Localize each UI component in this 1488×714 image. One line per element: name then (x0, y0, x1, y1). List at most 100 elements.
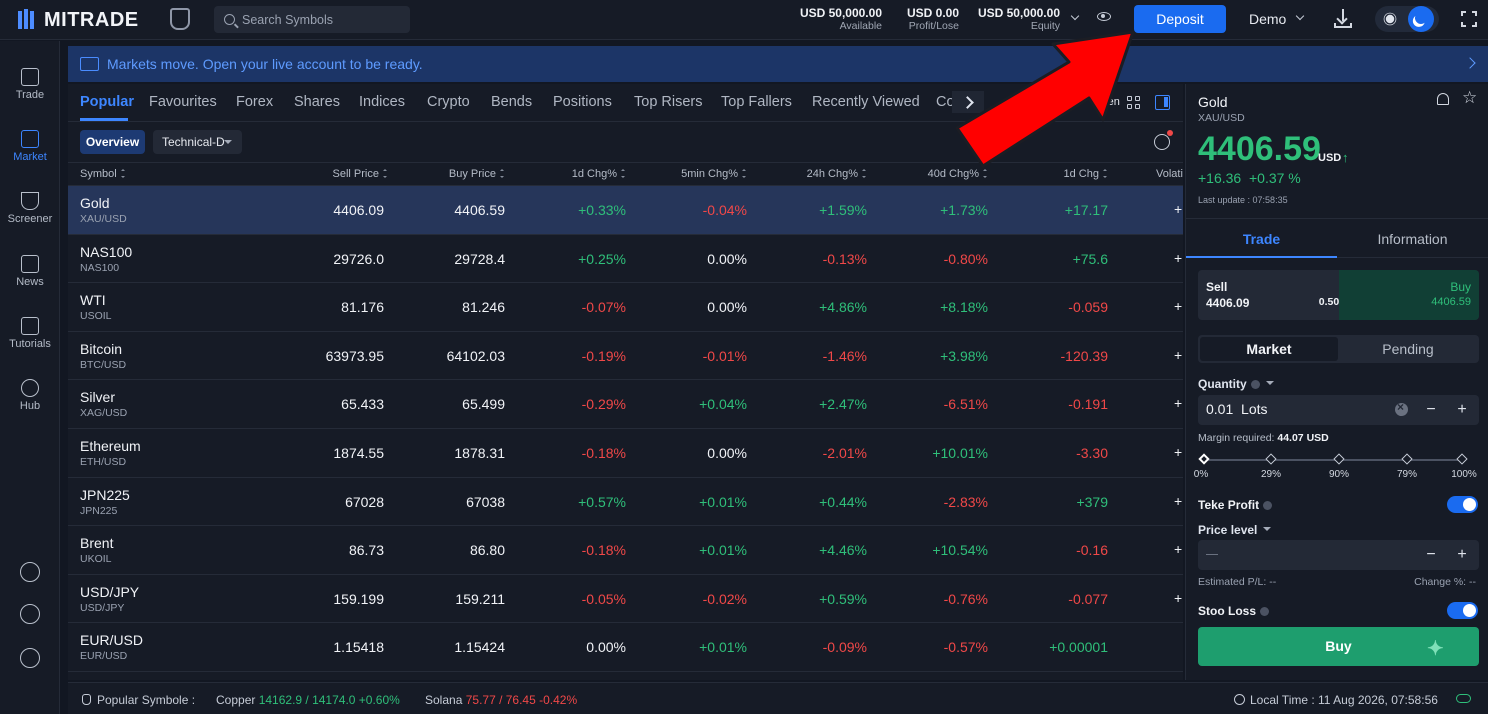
tab-forex[interactable]: Forex (236, 94, 273, 110)
sell-price-cell[interactable]: 67028 (284, 494, 384, 510)
tab-indices[interactable]: Indices (359, 94, 405, 110)
info-icon[interactable] (1260, 607, 1270, 616)
buy-price-cell[interactable]: 1.15424 (405, 639, 505, 655)
symbol-cell[interactable]: Gold XAU/USD (80, 195, 127, 226)
info-icon[interactable] (1250, 380, 1260, 389)
tab-recently-viewed[interactable]: Recently Viewed (812, 94, 920, 110)
buy-label[interactable]: Buy (1450, 280, 1471, 294)
sell-price-cell[interactable]: 63973.95 (284, 348, 384, 364)
overview-chip[interactable]: Overview (80, 130, 145, 154)
pending-order-tab[interactable]: Pending (1339, 335, 1477, 363)
col-volatility[interactable]: Volatil (1156, 168, 1183, 180)
table-row[interactable]: USD/JPY USD/JPY 159.199 159.211 -0.05% -0.02%… (68, 575, 1183, 624)
price-level-label[interactable]: Price level (1198, 523, 1272, 537)
info-icon[interactable] (1263, 501, 1273, 510)
sidebar-item-trade[interactable]: Trade (0, 68, 60, 120)
search-input[interactable] (242, 12, 392, 27)
table-row[interactable]: NAS100 NAS100 29726.0 29728.4 +0.25% 0.00% -0.… (68, 235, 1183, 284)
slider-handle[interactable] (1198, 453, 1210, 465)
symbol-cell[interactable]: USD/JPY USD/JPY (80, 584, 139, 615)
promo-banner[interactable]: Markets move. Open your live account to … (68, 46, 1488, 82)
col-1d-chg[interactable]: 1d Chg (1008, 168, 1108, 180)
table-row[interactable]: Silver XAG/USD 65.433 65.499 -0.29% +0.04% +2.… (68, 380, 1183, 429)
buy-price-cell[interactable]: 4406.59 (405, 202, 505, 218)
tab-positions[interactable]: Positions (553, 94, 612, 110)
symbol-cell[interactable]: EUR/USD EUR/USD (80, 632, 143, 663)
buy-price-cell[interactable]: 86.80 (405, 542, 505, 558)
quantity-decrease-button[interactable]: − (1424, 401, 1438, 419)
quantity-slider[interactable] (1198, 453, 1468, 465)
slider-mark[interactable] (1456, 453, 1468, 465)
sell-price-cell[interactable]: 81.176 (284, 299, 384, 315)
take-profit-toggle[interactable] (1447, 496, 1478, 513)
table-row[interactable]: EUR/USD EUR/USD 1.15418 1.15424 0.00% +0.01% -… (68, 623, 1183, 672)
slider-mark[interactable] (1333, 453, 1345, 465)
dark-mode-button[interactable] (1408, 6, 1434, 32)
table-row[interactable]: Gold XAU/USD 4406.09 4406.59 +0.33% -0.04% +1.… (68, 186, 1183, 235)
price-increase-button[interactable]: + (1455, 546, 1469, 564)
col-buy-price[interactable]: Buy Price (405, 168, 505, 180)
download-icon[interactable] (1334, 9, 1352, 29)
ticker-solana[interactable]: Solana 75.77 / 76.45 -0.42% (425, 693, 577, 707)
tab-bends[interactable]: Bends (491, 94, 532, 110)
table-row[interactable]: JPN225 JPN225 67028 67038 +0.57% +0.01% +0.44%… (68, 478, 1183, 527)
tab-top-fallers[interactable]: Top Fallers (721, 94, 792, 110)
sell-label[interactable]: Sell (1206, 280, 1227, 294)
buy-side-button[interactable] (1339, 270, 1479, 320)
headset-icon[interactable] (20, 562, 40, 582)
alarm-icon[interactable] (1154, 130, 1173, 150)
symbol-cell[interactable]: Bitcoin BTC/USD (80, 341, 126, 372)
eye-icon[interactable] (1097, 12, 1111, 21)
col-symbol[interactable]: Symbol (80, 168, 126, 180)
search-box[interactable] (214, 6, 410, 33)
slider-mark[interactable] (1401, 453, 1413, 465)
buy-price-cell[interactable]: 81.246 (405, 299, 505, 315)
tab-open[interactable]: Open (1093, 96, 1120, 108)
buy-price-cell[interactable]: 1878.31 (405, 445, 505, 461)
buy-price-cell[interactable]: 65.499 (405, 396, 505, 412)
sun-icon[interactable] (1385, 14, 1395, 24)
symbol-cell[interactable]: WTI USOIL (80, 292, 112, 323)
technical-dropdown[interactable]: Technical-D (153, 130, 242, 154)
chevron-down-icon[interactable] (1295, 11, 1305, 21)
sidebar-item-market[interactable]: Market (0, 130, 60, 182)
col-sell-price[interactable]: Sell Price (288, 168, 388, 180)
gear-icon[interactable] (20, 648, 40, 668)
tab-top-risers[interactable]: Top Risers (634, 94, 703, 110)
quantity-input[interactable] (1206, 401, 1306, 417)
symbol-cell[interactable]: JPN225 JPN225 (80, 487, 130, 518)
table-row[interactable]: WTI USOIL 81.176 81.246 -0.07% 0.00% +4.86% +8.… (68, 283, 1183, 332)
table-row[interactable]: Bitcoin BTC/USD 63973.95 64102.03 -0.19% -0.0… (68, 332, 1183, 381)
price-level-field[interactable]: − + (1198, 540, 1479, 570)
col-24h-chg-pct[interactable]: 24h Chg% (767, 168, 867, 180)
table-row[interactable]: Brent UKOIL 86.73 86.80 -0.18% +0.01% +4.46% +1… (68, 526, 1183, 575)
tab-information[interactable]: Information (1337, 231, 1488, 247)
sell-price-cell[interactable]: 86.73 (284, 542, 384, 558)
account-mode-select[interactable]: Demo (1249, 11, 1286, 27)
col-40d-chg-pct[interactable]: 40d Chg% (888, 168, 988, 180)
buy-price-cell[interactable]: 64102.03 (405, 348, 505, 364)
tab-popular[interactable]: Popular (80, 94, 134, 110)
sell-price-cell[interactable]: 1874.55 (284, 445, 384, 461)
bell-icon[interactable] (1437, 93, 1449, 105)
caret-down-icon[interactable] (1263, 527, 1272, 535)
sidebar-item-hub[interactable]: Hub (0, 379, 60, 431)
price-decrease-button[interactable]: − (1424, 546, 1438, 564)
sell-price-cell[interactable]: 65.433 (284, 396, 384, 412)
sidebar-item-screener[interactable]: Screener (0, 192, 60, 244)
chevron-right-icon[interactable] (1464, 57, 1476, 69)
fullscreen-icon[interactable] (1461, 11, 1477, 27)
col-1d-chg-pct[interactable]: 1d Chg% (526, 168, 626, 180)
tabs-scroll-right-button[interactable] (952, 91, 984, 113)
sell-price-cell[interactable]: 1.15418 (284, 639, 384, 655)
star-icon[interactable]: ☆ (1462, 88, 1477, 108)
stop-loss-toggle[interactable] (1447, 602, 1478, 619)
col-5min-chg-pct[interactable]: 5min Chg% (647, 168, 747, 180)
award-badge-icon[interactable] (170, 8, 190, 30)
market-order-tab[interactable]: Market (1200, 337, 1338, 361)
sidebar-item-news[interactable]: News (0, 255, 60, 307)
connection-status-icon[interactable] (1456, 694, 1471, 703)
clear-icon[interactable] (1395, 400, 1408, 416)
buy-button[interactable]: Buy ✦ (1198, 627, 1479, 666)
table-row[interactable]: Ethereum ETH/USD 1874.55 1878.31 -0.18% 0.00%… (68, 429, 1183, 478)
